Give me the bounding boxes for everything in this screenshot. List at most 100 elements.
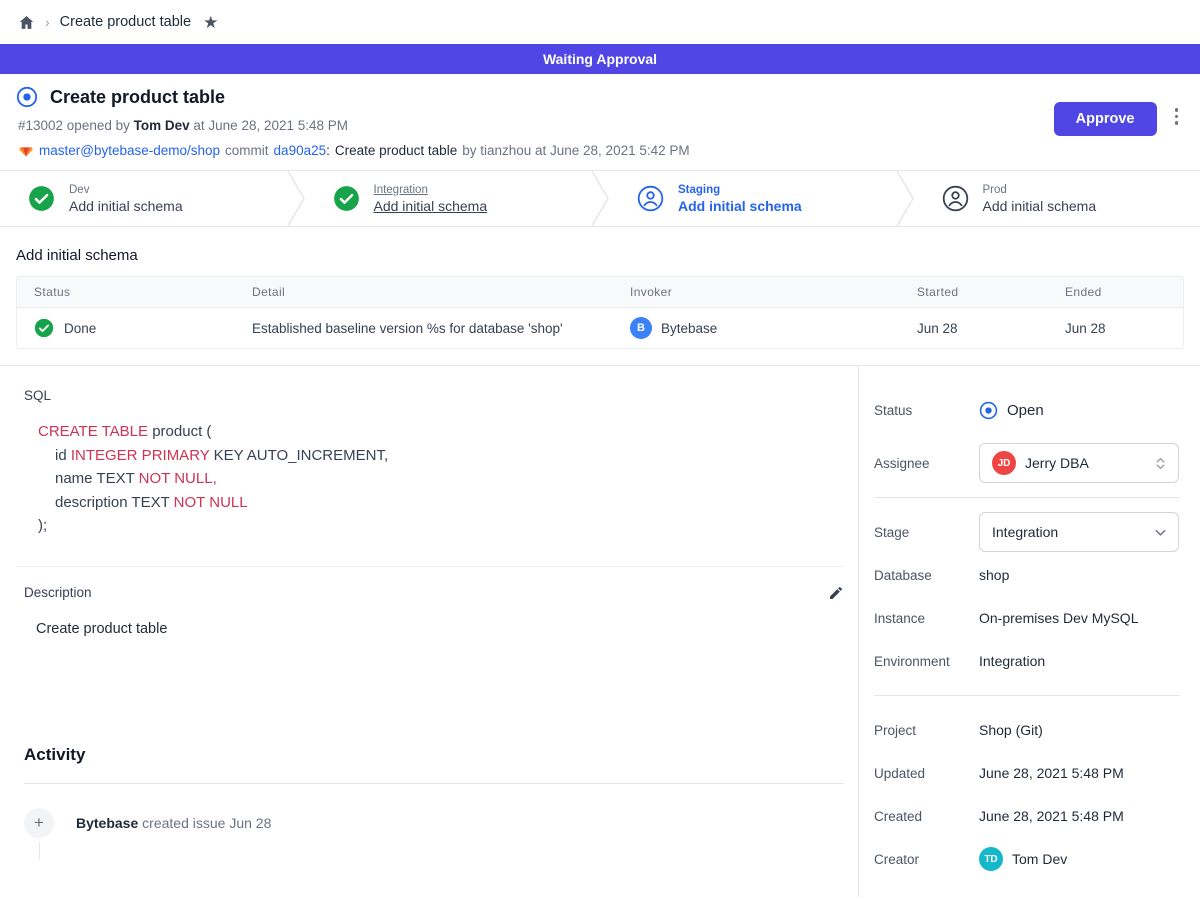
plus-icon: + <box>24 808 54 838</box>
activity-action: created issue Jun 28 <box>142 815 271 831</box>
stage-integration[interactable]: Integration Add initial schema <box>305 171 592 226</box>
task-status-cell: Done <box>17 318 235 338</box>
issue-sidebar: Status Open Assignee JD Jerry DBA Stage … <box>858 366 1200 897</box>
sql-line: id INTEGER PRIMARY KEY AUTO_INCREMENT, <box>38 444 844 468</box>
home-icon[interactable] <box>18 14 35 31</box>
stage-task-label: Add initial schema <box>983 198 1097 214</box>
task-table: Status Detail Invoker Started Ended Done… <box>16 276 1184 349</box>
creator-label: Creator <box>874 852 979 867</box>
sql-label: SQL <box>24 388 844 403</box>
description-content[interactable]: Create product table <box>36 621 844 637</box>
instance-value[interactable]: On-premises Dev MySQL <box>979 610 1138 626</box>
sql-line: description TEXT NOT NULL <box>38 491 844 515</box>
commit-author-time: by tianzhou at June 28, 2021 5:42 PM <box>462 143 689 158</box>
pipeline-stages: Dev Add initial schema Integration Add i… <box>0 170 1200 227</box>
project-value[interactable]: Shop (Git) <box>979 722 1043 738</box>
activity-item: + Bytebase created issue Jun 28 <box>24 808 844 838</box>
status-label: Status <box>874 403 979 418</box>
chevron-right-icon: › <box>45 14 50 30</box>
issue-header: Create product table #13002 opened by To… <box>0 74 1200 170</box>
updated-label: Updated <box>874 766 979 781</box>
table-header-row: Status Detail Invoker Started Ended <box>17 277 1183 307</box>
column-started: Started <box>900 285 1048 299</box>
task-started-cell: Jun 28 <box>900 321 1048 336</box>
stage-staging[interactable]: Staging Add initial schema <box>609 171 896 226</box>
commit-row: master@bytebase-demo/shop commit da90a25… <box>18 142 690 158</box>
sql-line: ); <box>38 514 844 538</box>
activity-actor: Bytebase <box>76 815 138 831</box>
environment-label: Environment <box>874 654 979 669</box>
assignee-avatar: JD <box>992 451 1016 475</box>
approve-button[interactable]: Approve <box>1054 102 1157 136</box>
task-status-text: Done <box>64 321 96 336</box>
stage-env-label: Dev <box>69 184 183 196</box>
column-ended: Ended <box>1048 285 1183 299</box>
stage-select[interactable]: Integration <box>979 512 1179 552</box>
issue-header-actions: Approve <box>1054 86 1182 158</box>
environment-value[interactable]: Integration <box>979 653 1045 669</box>
commit-message: Create product table <box>335 143 457 158</box>
chevron-up-down-icon <box>1153 456 1168 471</box>
pencil-icon[interactable] <box>828 585 844 601</box>
task-invoker-cell: B Bytebase <box>613 317 900 339</box>
waiting-approval-banner: Waiting Approval <box>0 44 1200 74</box>
assignee-value: Jerry DBA <box>1025 455 1144 471</box>
database-label: Database <box>874 568 979 583</box>
stage-separator <box>287 171 305 226</box>
issue-meta: #13002 opened by Tom Dev at June 28, 202… <box>18 118 690 133</box>
divider <box>874 497 1180 498</box>
table-row[interactable]: Done Established baseline version %s for… <box>17 307 1183 348</box>
creator-value: Tom Dev <box>1012 851 1067 867</box>
stage-env-label: Prod <box>983 184 1097 196</box>
stage-task-label: Add initial schema <box>69 198 183 214</box>
project-label: Project <box>874 723 979 738</box>
stage-env-label: Integration <box>374 184 488 196</box>
user-circle-icon <box>637 185 664 212</box>
assignee-select[interactable]: JD Jerry DBA <box>979 443 1179 483</box>
stage-label: Stage <box>874 525 979 540</box>
column-invoker: Invoker <box>613 285 900 299</box>
check-circle-icon <box>34 318 54 338</box>
open-circle-dot-icon <box>979 401 998 420</box>
opener-name: Tom Dev <box>134 118 190 133</box>
task-detail-cell: Established baseline version %s for data… <box>235 321 613 336</box>
kebab-menu-icon[interactable] <box>1171 102 1183 131</box>
stage-prod[interactable]: Prod Add initial schema <box>914 171 1200 226</box>
stage-env-label: Staging <box>678 184 802 196</box>
issue-header-left: Create product table #13002 opened by To… <box>16 86 690 158</box>
check-circle-icon <box>28 185 55 212</box>
column-status: Status <box>17 285 235 299</box>
opened-time: at June 28, 2021 5:48 PM <box>193 118 348 133</box>
stage-dev[interactable]: Dev Add initial schema <box>0 171 287 226</box>
commit-hash-link[interactable]: da90a25 <box>274 143 327 158</box>
issue-number: #13002 opened by <box>18 118 130 133</box>
stage-separator <box>896 171 914 226</box>
stage-separator <box>591 171 609 226</box>
star-icon[interactable]: ★ <box>203 14 218 31</box>
divider <box>24 783 844 784</box>
divider <box>874 695 1180 696</box>
instance-label: Instance <box>874 611 979 626</box>
description-label: Description <box>24 585 92 600</box>
stage-task-label: Add initial schema <box>374 198 488 214</box>
stage-task-label: Add initial schema <box>678 198 802 214</box>
task-section-title: Add initial schema <box>16 247 1184 264</box>
open-circle-dot-icon <box>16 86 38 108</box>
bytebase-avatar: B <box>630 317 652 339</box>
sql-line: CREATE TABLE product ( <box>38 420 844 444</box>
task-ended-cell: Jun 28 <box>1048 321 1183 336</box>
column-detail: Detail <box>235 285 613 299</box>
branch-link[interactable]: master@bytebase-demo/shop <box>39 143 220 158</box>
created-label: Created <box>874 809 979 824</box>
creator-avatar: TD <box>979 847 1003 871</box>
database-value[interactable]: shop <box>979 567 1009 583</box>
commit-colon: : <box>326 143 330 158</box>
assignee-label: Assignee <box>874 456 979 471</box>
created-value: June 28, 2021 5:48 PM <box>979 808 1124 824</box>
timeline-connector <box>39 842 40 860</box>
updated-value: June 28, 2021 5:48 PM <box>979 765 1124 781</box>
sql-line: name TEXT NOT NULL, <box>38 467 844 491</box>
breadcrumb-page-title[interactable]: Create product table <box>60 14 191 30</box>
status-value: Open <box>1007 402 1044 419</box>
main-content: SQL CREATE TABLE product ( id INTEGER PR… <box>0 366 858 897</box>
